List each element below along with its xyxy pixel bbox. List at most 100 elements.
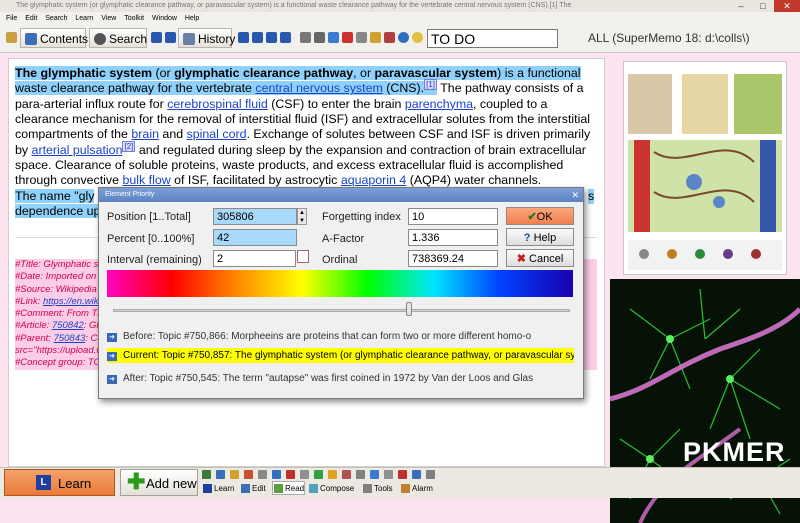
menu-toolkit[interactable]: Toolkit [124, 15, 144, 22]
forgetting-index-field[interactable]: 10 [408, 208, 498, 225]
link-brain[interactable]: brain [131, 127, 159, 141]
learn-icon: L [36, 475, 51, 490]
ok-button[interactable]: ✔OK [506, 207, 574, 225]
forward-arrow-icon[interactable] [165, 32, 176, 43]
current-topic-row[interactable]: ➜ Current: Topic #750,857: The glymphatic… [107, 348, 574, 363]
link-arterial-pulsation[interactable]: arterial pulsation [32, 143, 123, 157]
tab-compose[interactable]: Compose [308, 482, 354, 495]
find-icon[interactable] [300, 32, 311, 43]
add-new-button[interactable]: ✚ Add new [120, 469, 198, 496]
tools-icon[interactable] [384, 32, 395, 43]
alarm-icon[interactable] [398, 470, 407, 479]
learn-button[interactable]: L Learn [4, 469, 115, 496]
dismiss-icon[interactable] [314, 470, 323, 479]
print-icon[interactable] [356, 32, 367, 43]
percent-label: Percent [0..100%] [107, 233, 195, 245]
search-icon [94, 33, 106, 45]
reference-2-link[interactable]: [2] [122, 140, 136, 152]
import-icon[interactable] [328, 32, 339, 43]
reference-url-link[interactable]: https://en.wiki [43, 296, 101, 307]
cut-icon[interactable] [342, 470, 351, 479]
first-icon[interactable] [238, 32, 249, 43]
link-aquaporin-4[interactable]: aquaporin 4 [341, 173, 406, 187]
menu-view[interactable]: View [101, 15, 116, 22]
cancel-button[interactable]: ✖ Cancel [506, 249, 574, 267]
tab-tools[interactable]: Tools [362, 482, 393, 495]
position-spinner[interactable]: ▲ ▼ [297, 208, 307, 225]
priority-slider-track[interactable] [113, 309, 570, 312]
options-icon[interactable] [426, 470, 435, 479]
edit-tab-icon [241, 484, 250, 493]
minimize-button[interactable]: – [730, 0, 752, 12]
folder-icon[interactable] [230, 470, 239, 479]
menu-learn[interactable]: Learn [75, 15, 93, 22]
tab-read[interactable]: Read [272, 481, 306, 495]
help-icon[interactable] [398, 32, 409, 43]
image-icon[interactable] [370, 32, 381, 43]
tab-edit[interactable]: Edit [240, 482, 266, 495]
pkmer-watermark: PKMER [683, 437, 786, 467]
neural-icon[interactable] [412, 470, 421, 479]
dialog-close-icon[interactable]: ✕ [571, 188, 579, 202]
zoom-icon[interactable] [314, 32, 325, 43]
tab-learn[interactable]: Learn [202, 482, 234, 495]
collection-label: ALL (SuperMemo 18: d:\colls\) [588, 31, 750, 45]
remove-icon[interactable] [286, 470, 295, 479]
edit-icon[interactable] [328, 470, 337, 479]
parent-id-link[interactable]: 750843 [54, 333, 86, 344]
close-button[interactable]: ✕ [774, 0, 800, 12]
percent-field[interactable]: 42 [213, 229, 297, 246]
before-topic-row[interactable]: ➜ Before: Topic #750,866: Morpheeins are … [107, 329, 574, 344]
stats-icon[interactable] [370, 470, 379, 479]
article-id-link[interactable]: 750842 [52, 320, 84, 331]
menu-help[interactable]: Help [185, 15, 199, 22]
back-arrow-icon[interactable] [151, 32, 162, 43]
priority-slider-thumb[interactable] [406, 302, 412, 316]
next-icon[interactable] [266, 32, 277, 43]
compose-tab-icon [309, 484, 318, 493]
history-button[interactable]: History [178, 28, 235, 48]
menu-edit[interactable]: Edit [25, 15, 37, 22]
maximize-button[interactable]: □ [752, 0, 774, 12]
stop-icon[interactable] [244, 470, 253, 479]
question-icon: ? [523, 232, 531, 244]
split-icon[interactable] [356, 470, 365, 479]
a-factor-field[interactable]: 1.336 [408, 229, 498, 246]
menu-window[interactable]: Window [152, 15, 177, 22]
position-field[interactable]: 305806 [213, 208, 297, 225]
contents-button[interactable]: Contents [20, 28, 88, 48]
glymphatic-pathway-diagram[interactable] [623, 61, 787, 275]
calendar-icon[interactable] [297, 250, 309, 263]
dialog-title-bar: Element Priority ✕ [99, 188, 583, 202]
menu-search[interactable]: Search [45, 15, 67, 22]
search-button[interactable]: Search [89, 28, 147, 48]
after-topic-row[interactable]: ➜ After: Topic #750,545: The term "autaps… [107, 371, 574, 386]
link-spinal-cord[interactable]: spinal cord [187, 127, 247, 141]
grid-icon[interactable] [258, 470, 267, 479]
link-bulk-flow[interactable]: bulk flow [122, 173, 170, 187]
cancel-x-icon: ✖ [516, 253, 526, 265]
ordinal-field[interactable]: 738369.24 [408, 250, 498, 267]
link-central-nervous-system[interactable]: central nervous system [255, 81, 382, 95]
bulb-icon[interactable] [412, 32, 423, 43]
bottom-bar: L Learn ✚ Add new Learn Edit Read Compos… [0, 467, 800, 498]
priority-icon[interactable] [216, 470, 225, 479]
arrow-right-icon: ➜ [107, 375, 117, 384]
previous-icon[interactable] [252, 32, 263, 43]
tab-alarm[interactable]: Alarm [400, 482, 433, 495]
mark-icon[interactable] [384, 470, 393, 479]
link-parenchyma[interactable]: parenchyma [405, 97, 473, 111]
priority-spectrum-bar[interactable] [107, 270, 573, 297]
calendar-icon[interactable] [202, 470, 211, 479]
reference-1-link[interactable]: [1] [424, 79, 438, 91]
last-icon[interactable] [280, 32, 291, 43]
list-icon[interactable] [272, 470, 281, 479]
help-button[interactable]: ? Help [506, 228, 574, 246]
folder-icon[interactable] [6, 32, 17, 43]
todo-input[interactable]: TO DO [427, 29, 558, 48]
link-cerebrospinal-fluid[interactable]: cerebrospinal fluid [167, 97, 268, 111]
mail-icon[interactable] [342, 32, 353, 43]
interval-field[interactable]: 2 [213, 250, 296, 267]
menu-file[interactable]: File [6, 15, 17, 22]
tree-icon[interactable] [300, 470, 309, 479]
